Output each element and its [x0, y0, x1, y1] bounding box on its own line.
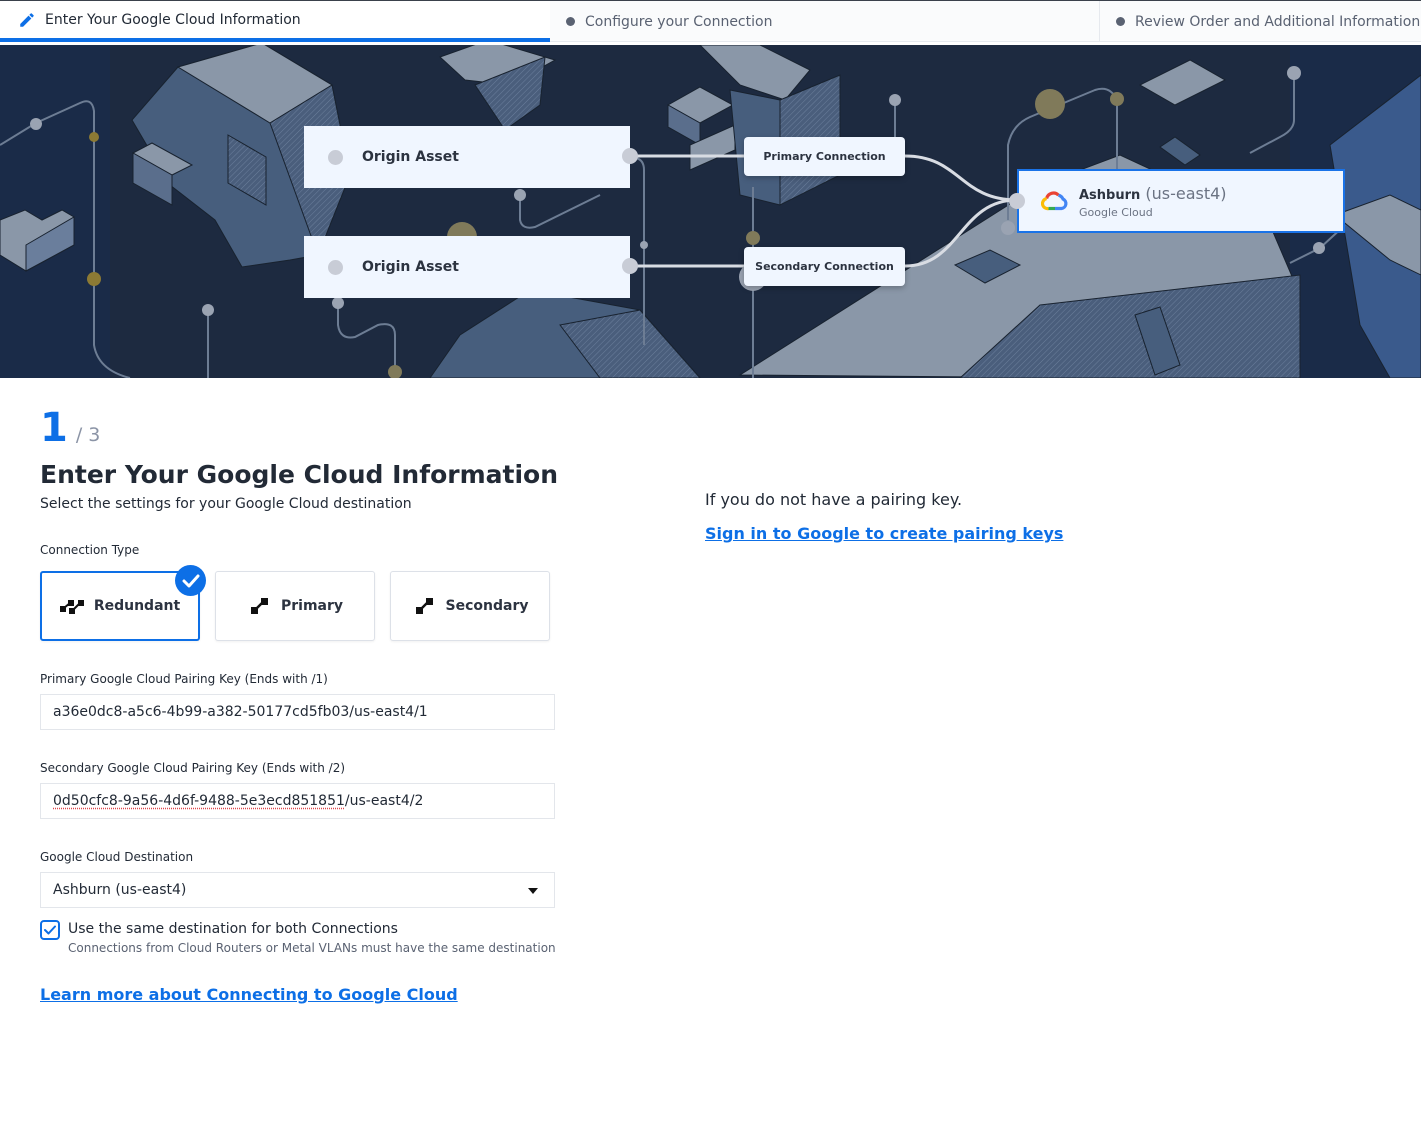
secondary-pairing-key-value-rest: /us-east4/2 [344, 793, 424, 809]
selected-check-icon [175, 565, 206, 596]
learn-more-link[interactable]: Learn more about Connecting to Google Cl… [40, 985, 458, 1004]
destination-select[interactable]: Ashburn (us-east4) [40, 872, 555, 908]
secondary-pairing-key-value-flagged: 0d50cfc8-9a56-4d6f-9488-5e3ecd851851 [53, 793, 345, 809]
single-connection-icon [415, 598, 433, 614]
step-label: Enter Your Google Cloud Information [45, 11, 301, 28]
connection-label: Secondary Connection [755, 260, 894, 273]
page-subtitle: Select the settings for your Google Clou… [40, 496, 412, 512]
connection-type-secondary[interactable]: Secondary [390, 571, 550, 641]
connection-type-selector: Redundant Primary Secondary [40, 565, 550, 641]
primary-pairing-key-value: a36e0dc8-a5c6-4b99-a382-50177cd5fb03/us-… [53, 704, 428, 720]
destination-region: (us-east4) [1145, 183, 1227, 203]
origin-asset-label: Origin Asset [362, 149, 459, 165]
primary-connection-node: Primary Connection [744, 137, 905, 176]
status-dot-icon [328, 149, 343, 165]
secondary-pairing-key-label: Secondary Google Cloud Pairing Key (Ends… [40, 761, 346, 775]
step-tab-configure-connection[interactable]: Configure your Connection [550, 1, 1100, 42]
connection-type-label: Redundant [93, 598, 181, 614]
sign-in-google-link[interactable]: Sign in to Google to create pairing keys [705, 524, 1063, 543]
destination-node: Ashburn (us-east4) Google Cloud [1009, 169, 1345, 233]
total-steps: / 3 [75, 424, 101, 446]
primary-pairing-key-label: Primary Google Cloud Pairing Key (Ends w… [40, 672, 328, 686]
single-connection-icon [250, 598, 268, 614]
same-destination-help: Connections from Cloud Routers or Metal … [68, 941, 556, 955]
same-destination-option: Use the same destination for both Connec… [40, 920, 556, 955]
pencil-icon [20, 12, 34, 27]
checkmark-icon [44, 925, 56, 935]
connection-type-label: Connection Type [40, 543, 140, 557]
connector-port [622, 258, 638, 274]
dot-icon [566, 17, 575, 26]
dot-icon [1116, 17, 1125, 26]
step-tab-google-cloud-info[interactable]: Enter Your Google Cloud Information [0, 1, 550, 42]
step-tab-review-order[interactable]: Review Order and Additional Information [1100, 1, 1421, 42]
redundant-connection-icon [59, 600, 84, 614]
secondary-pairing-key-input[interactable]: 0d50cfc8-9a56-4d6f-9488-5e3ecd851851/us-… [40, 783, 555, 819]
destination-provider: Google Cloud [1079, 205, 1153, 219]
stepper: Enter Your Google Cloud Information Conf… [0, 0, 1421, 42]
step-label: Review Order and Additional Information [1135, 13, 1421, 30]
connection-type-label: Primary [280, 598, 344, 614]
origin-asset-node: Origin Asset [304, 126, 638, 188]
secondary-connection-node: Secondary Connection [744, 247, 905, 286]
connector-port [1009, 193, 1025, 209]
step-label: Configure your Connection [585, 13, 773, 30]
connector-port [622, 148, 638, 164]
destination-text: Ashburn (us-east4) Google Cloud [1079, 184, 1227, 219]
connection-label: Primary Connection [763, 150, 886, 163]
connection-type-label: Secondary [445, 598, 529, 614]
connection-type-redundant[interactable]: Redundant [40, 565, 206, 641]
chevron-down-icon [528, 888, 538, 894]
origin-asset-node: Origin Asset [304, 236, 638, 298]
primary-pairing-key-input[interactable]: a36e0dc8-a5c6-4b99-a382-50177cd5fb03/us-… [40, 694, 555, 730]
current-step-number: 1 [40, 405, 68, 451]
destination-name: Ashburn [1079, 187, 1141, 203]
step-counter: 1 / 3 [40, 405, 100, 451]
google-cloud-icon [1041, 191, 1068, 211]
same-destination-checkbox[interactable] [40, 920, 60, 940]
no-pairing-key-text: If you do not have a pairing key. [705, 490, 963, 509]
same-destination-label: Use the same destination for both Connec… [68, 921, 398, 937]
connection-diagram: Origin Asset Origin Asset Primary Connec… [0, 45, 1421, 378]
page-title: Enter Your Google Cloud Information [40, 460, 559, 489]
destination-label: Google Cloud Destination [40, 850, 194, 864]
connection-type-primary[interactable]: Primary [215, 571, 375, 641]
destination-selected-value: Ashburn (us-east4) [53, 882, 187, 898]
status-dot-icon [328, 259, 343, 275]
origin-asset-label: Origin Asset [362, 259, 459, 275]
